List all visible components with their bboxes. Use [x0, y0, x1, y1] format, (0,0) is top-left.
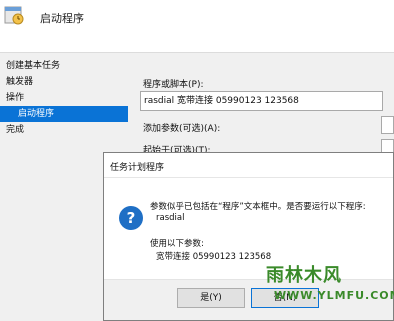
- watermark-logo: 雨林木风: [266, 265, 342, 286]
- dialog-message: 参数似乎已包括在“程序”文本框中。是否要运行以下程序:: [150, 202, 366, 212]
- wizard-header: 启动程序: [0, 0, 394, 52]
- args-input[interactable]: [381, 116, 394, 134]
- dialog-title: 任务计划程序: [110, 163, 165, 173]
- wizard-steps: 创建基本任务 触发器 操作 启动程序 完成: [0, 58, 128, 138]
- dialog-params-label: 使用以下参数:: [150, 239, 204, 249]
- question-icon: ?: [119, 206, 143, 230]
- dialog-params-value: 宽带连接 05990123 123568: [156, 252, 272, 262]
- step-action[interactable]: 操作: [0, 90, 128, 106]
- wizard-title: 启动程序: [40, 12, 84, 25]
- watermark-url: WWW.YLMFU.COM: [274, 289, 394, 302]
- dialog-program-name: rasdial: [156, 213, 185, 223]
- step-trigger[interactable]: 触发器: [0, 74, 128, 90]
- step-finish[interactable]: 完成: [0, 122, 128, 138]
- yes-button[interactable]: 是(Y): [177, 288, 245, 308]
- watermark: 雨林木风 WWW.YLMFU.COM: [256, 256, 394, 321]
- program-input[interactable]: rasdial 宽带连接 05990123 123568: [140, 91, 383, 111]
- task-scheduler-icon: [4, 6, 24, 25]
- program-label: 程序或脚本(P):: [143, 80, 204, 90]
- header-divider: [0, 52, 394, 53]
- dialog-titlebar[interactable]: 任务计划程序: [104, 153, 393, 178]
- args-label: 添加参数(可选)(A):: [143, 124, 221, 134]
- step-create-basic-task[interactable]: 创建基本任务: [0, 58, 128, 74]
- svg-text:?: ?: [127, 209, 136, 227]
- step-start-program[interactable]: 启动程序: [0, 106, 128, 122]
